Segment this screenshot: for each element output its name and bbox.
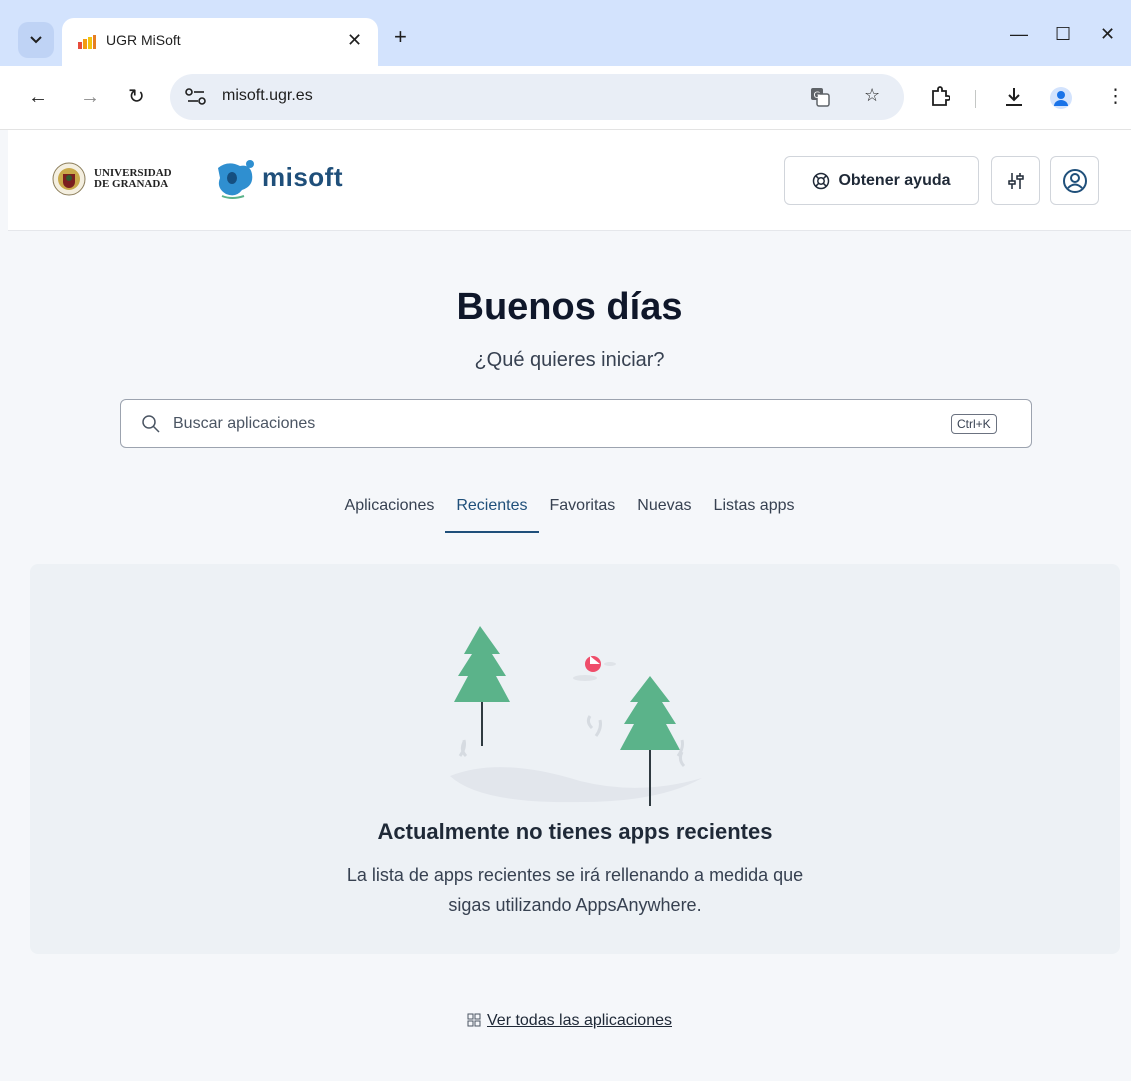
minimize-icon[interactable]: — [1010, 24, 1028, 44]
see-all-apps-link[interactable]: Ver todas las aplicaciones [487, 1012, 672, 1029]
bookmark-star-icon[interactable]: ☆ [864, 85, 880, 106]
svg-text:G: G [814, 91, 821, 101]
tab-title: UGR MiSoft [106, 32, 181, 48]
brand-name: misoft [262, 162, 343, 192]
forward-icon[interactable]: → [80, 86, 100, 108]
site-info-icon[interactable] [184, 86, 208, 108]
empty-state-description: La lista de apps recientes se irá rellen… [346, 865, 804, 915]
close-icon[interactable]: ✕ [347, 30, 362, 51]
extensions-icon[interactable] [930, 86, 950, 108]
site-header: UNIVERSIDAD DE GRANADA misoft Obtener ay… [8, 130, 1131, 231]
toolbar-divider [975, 90, 976, 108]
back-icon[interactable]: ← [28, 86, 48, 108]
empty-state-title: Actualmente no tienes apps recientes [377, 819, 773, 844]
misoft-logo[interactable]: misoft [214, 158, 354, 202]
tab-recientes[interactable]: Recientes [445, 493, 539, 533]
favicon-icon [78, 35, 96, 49]
tab-nuevas[interactable]: Nuevas [626, 493, 702, 533]
tab-favoritas[interactable]: Favoritas [539, 493, 627, 533]
account-button[interactable] [1050, 156, 1099, 205]
grid-icon [467, 1013, 481, 1027]
close-window-icon[interactable]: ✕ [1100, 24, 1115, 44]
search-icon [142, 415, 160, 433]
maximize-icon[interactable]: ☐ [1055, 24, 1071, 44]
url-text: misoft.ugr.es [222, 87, 313, 104]
chevron-down-icon [30, 36, 42, 44]
ugr-logo[interactable]: UNIVERSIDAD DE GRANADA [52, 162, 212, 198]
greeting-heading: Buenos días [456, 286, 683, 328]
filter-tabs: Aplicaciones Recientes Favoritas Nuevas … [8, 493, 1131, 533]
settings-button[interactable] [991, 156, 1040, 205]
translate-icon[interactable]: G [810, 87, 830, 107]
tab-search-button[interactable] [18, 22, 54, 58]
sliders-icon [1007, 172, 1024, 189]
keyboard-shortcut-hint: Ctrl+K [951, 414, 997, 434]
misoft-mascot-icon [218, 160, 254, 199]
ugr-seal-icon [52, 162, 86, 196]
reload-icon[interactable]: ↻ [128, 86, 145, 108]
empty-state-card: Actualmente no tienes apps recientes La … [30, 564, 1120, 954]
app-search-box[interactable]: Ctrl+K [120, 399, 1032, 448]
ugr-name: UNIVERSIDAD DE GRANADA [94, 168, 172, 190]
browser-tabstrip: UGR MiSoft ✕ + — ☐ ✕ [0, 0, 1131, 66]
browser-tab[interactable]: UGR MiSoft ✕ [62, 18, 378, 66]
user-circle-icon [1062, 168, 1087, 193]
address-bar[interactable]: misoft.ugr.es G ☆ [170, 74, 904, 120]
download-icon[interactable] [1004, 86, 1024, 108]
trees-illustration [450, 626, 702, 806]
browser-toolbar: ← → ↻ misoft.ugr.es G ☆ ⋮ [0, 66, 1131, 130]
see-all-apps: Ver todas las aplicaciones [8, 1012, 1131, 1030]
new-tab-icon[interactable]: + [394, 26, 407, 48]
tab-listas-apps[interactable]: Listas apps [703, 493, 806, 533]
menu-icon[interactable]: ⋮ [1106, 86, 1125, 108]
lifebuoy-icon [813, 172, 830, 189]
ugr-line2: DE GRANADA [94, 178, 169, 190]
tab-aplicaciones[interactable]: Aplicaciones [334, 493, 446, 533]
get-help-label: Obtener ayuda [838, 171, 951, 189]
get-help-button[interactable]: Obtener ayuda [784, 156, 979, 205]
subtitle: ¿Qué quieres iniciar? [474, 349, 665, 371]
page: UNIVERSIDAD DE GRANADA misoft Obtener ay… [8, 130, 1131, 1081]
profile-icon[interactable] [1050, 87, 1072, 109]
search-input[interactable] [173, 400, 933, 447]
